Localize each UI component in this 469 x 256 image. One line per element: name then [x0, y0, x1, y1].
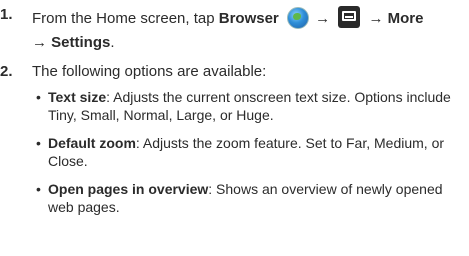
- step-1: 1. From the Home screen, tap Browser → →…: [0, 6, 469, 51]
- option-term: Default zoom: [48, 135, 136, 151]
- arrow: →: [315, 10, 335, 27]
- step-1-line-1: From the Home screen, tap Browser → → Mo…: [32, 6, 423, 29]
- step-text: From the Home screen, tap: [32, 10, 219, 27]
- options-list: • Text size: Adjusts the current onscree…: [36, 88, 456, 226]
- step-number: 1.: [0, 6, 13, 23]
- menu-key-icon: [338, 6, 361, 28]
- bullet-dot: •: [36, 181, 41, 197]
- settings-label: Settings: [51, 34, 111, 51]
- option-open-pages-in-overview: • Open pages in overview: Shows an overv…: [36, 180, 456, 216]
- option-term: Text size: [48, 89, 107, 105]
- option-description: : Adjusts the current onscreen text size…: [48, 89, 451, 123]
- browser-label: Browser: [218, 10, 279, 27]
- option-default-zoom: • Default zoom: Adjusts the zoom feature…: [36, 134, 456, 170]
- period: .: [110, 34, 115, 51]
- bullet-dot: •: [36, 89, 41, 105]
- bullet-dot: •: [36, 135, 41, 151]
- option-text-size: • Text size: Adjusts the current onscree…: [36, 88, 456, 124]
- step-2: 2. The following options are available:: [0, 63, 469, 83]
- step-2-text: The following options are available:: [32, 63, 267, 80]
- step-1-line-2: → Settings.: [32, 34, 115, 52]
- arrow: →: [32, 34, 52, 51]
- step-number: 2.: [0, 63, 13, 80]
- option-term: Open pages in overview: [48, 181, 209, 197]
- arrow: →: [368, 10, 388, 27]
- browser-globe-icon: [286, 7, 309, 29]
- more-label: More: [387, 10, 424, 27]
- instruction-page: 1. From the Home screen, tap Browser → →…: [0, 0, 469, 256]
